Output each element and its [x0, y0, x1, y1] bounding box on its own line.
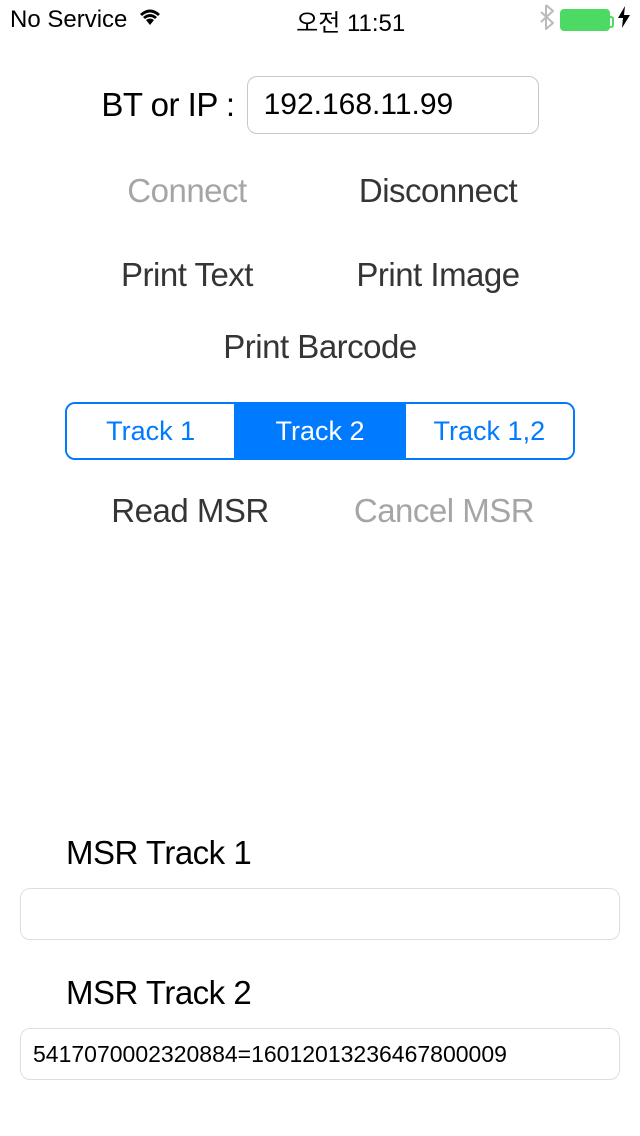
service-status: No Service: [10, 6, 127, 34]
print-row: Print Text Print Image: [60, 252, 580, 298]
msr-track2-field[interactable]: [20, 1028, 620, 1080]
disconnect-button[interactable]: Disconnect: [305, 168, 571, 214]
main-content: BT or IP : Connect Disconnect Print Text…: [0, 40, 640, 534]
cancel-msr-button[interactable]: Cancel MSR: [314, 488, 574, 534]
segment-track12[interactable]: Track 1,2: [404, 404, 573, 458]
print-image-button[interactable]: Print Image: [305, 252, 571, 298]
battery-icon: [560, 9, 610, 31]
connect-button[interactable]: Connect: [69, 168, 305, 214]
connect-row: Connect Disconnect: [60, 168, 580, 214]
btip-label: BT or IP :: [101, 86, 234, 124]
bluetooth-icon: [538, 4, 554, 37]
charging-icon: [618, 6, 630, 34]
ip-input[interactable]: [247, 76, 539, 134]
msr-row: Read MSR Cancel MSR: [60, 488, 580, 534]
status-left: No Service: [10, 6, 163, 34]
status-bar: No Service 오전 11:51: [0, 0, 640, 40]
status-time: 오전 11:51: [296, 3, 405, 38]
segment-track2[interactable]: Track 2: [234, 404, 403, 458]
track-segmented-control[interactable]: Track 1 Track 2 Track 1,2: [65, 402, 575, 460]
wifi-icon: [137, 6, 163, 34]
msr-track1-label: MSR Track 1: [20, 834, 620, 872]
read-msr-button[interactable]: Read MSR: [66, 488, 314, 534]
msr-track1-field[interactable]: [20, 888, 620, 940]
print-barcode-button[interactable]: Print Barcode: [215, 324, 424, 370]
ip-row: BT or IP :: [60, 76, 580, 134]
print-text-button[interactable]: Print Text: [69, 252, 305, 298]
status-right: [538, 4, 630, 37]
msr-track2-label: MSR Track 2: [20, 974, 620, 1012]
track-output-section: MSR Track 1 MSR Track 2: [0, 834, 640, 1080]
segment-track1[interactable]: Track 1: [67, 404, 234, 458]
barcode-row: Print Barcode: [60, 324, 580, 370]
